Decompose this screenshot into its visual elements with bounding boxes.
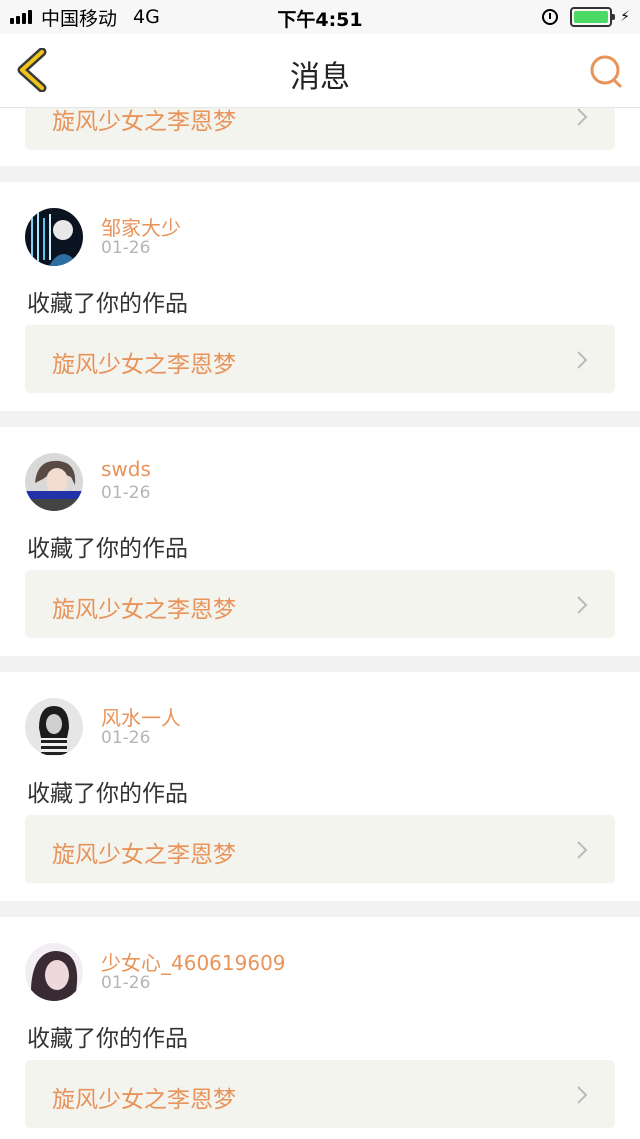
list-item: 少女心_460619609 01-26 收藏了你的作品 旋风少女之李恩梦 (0, 917, 640, 1139)
list-item: swds 01-26 收藏了你的作品 旋风少女之李恩梦 (0, 427, 640, 656)
work-link[interactable]: 旋风少女之李恩梦 (25, 570, 615, 638)
nav-bar: 消息 (0, 34, 640, 108)
date-label: 01-26 (101, 483, 151, 503)
action-text: 收藏了你的作品 (27, 781, 188, 807)
status-right: ⚡ (542, 6, 630, 28)
work-link[interactable]: 旋风少女之李恩梦 (25, 815, 615, 883)
search-button[interactable] (586, 52, 626, 92)
chevron-right-icon (577, 1086, 588, 1104)
chevron-right-icon (577, 351, 588, 369)
date-label: 01-26 (101, 973, 151, 993)
user-name[interactable]: 风水一人 (101, 702, 181, 731)
work-title: 旋风少女之李恩梦 (52, 1087, 236, 1113)
action-text: 收藏了你的作品 (27, 291, 188, 317)
list-item: 风水一人 01-26 收藏了你的作品 旋风少女之李恩梦 (0, 672, 640, 901)
action-text: 收藏了你的作品 (27, 536, 188, 562)
list-item-partial: 旋风少女之李恩梦 (0, 108, 640, 166)
date-label: 01-26 (101, 728, 151, 748)
search-icon (590, 55, 622, 88)
battery-icon (570, 7, 616, 27)
work-title: 旋风少女之李恩梦 (52, 597, 236, 623)
user-name[interactable]: swds (101, 457, 151, 481)
alarm-icon (542, 9, 559, 25)
work-title: 旋风少女之李恩梦 (52, 842, 236, 868)
avatar[interactable] (25, 208, 83, 266)
status-bar: 中国移动 4G 下午4:51 ⚡ (0, 0, 640, 34)
chevron-right-icon (577, 841, 588, 859)
work-title: 旋风少女之李恩梦 (52, 109, 236, 135)
user-name[interactable]: 少女心_460619609 (101, 947, 286, 976)
divider (0, 166, 640, 182)
charging-icon: ⚡ (620, 9, 630, 25)
work-link[interactable]: 旋风少女之李恩梦 (25, 325, 615, 393)
message-list[interactable]: 旋风少女之李恩梦 邹家大少 01-26 收藏了你的作品 旋风少女之李恩梦 swd… (0, 108, 640, 1139)
work-link[interactable]: 旋风少女之李恩梦 (25, 108, 615, 150)
action-text: 收藏了你的作品 (27, 1026, 188, 1052)
user-name[interactable]: 邹家大少 (101, 212, 181, 241)
work-title: 旋风少女之李恩梦 (52, 352, 236, 378)
list-item: 邹家大少 01-26 收藏了你的作品 旋风少女之李恩梦 (0, 182, 640, 411)
chevron-right-icon (577, 108, 588, 126)
divider (0, 901, 640, 917)
chevron-right-icon (577, 596, 588, 614)
page-title: 消息 (290, 60, 350, 95)
avatar[interactable] (25, 943, 83, 1001)
avatar[interactable] (25, 453, 83, 511)
date-label: 01-26 (101, 238, 151, 258)
avatar[interactable] (25, 698, 83, 756)
work-link[interactable]: 旋风少女之李恩梦 (25, 1060, 615, 1128)
divider (0, 411, 640, 427)
divider (0, 656, 640, 672)
